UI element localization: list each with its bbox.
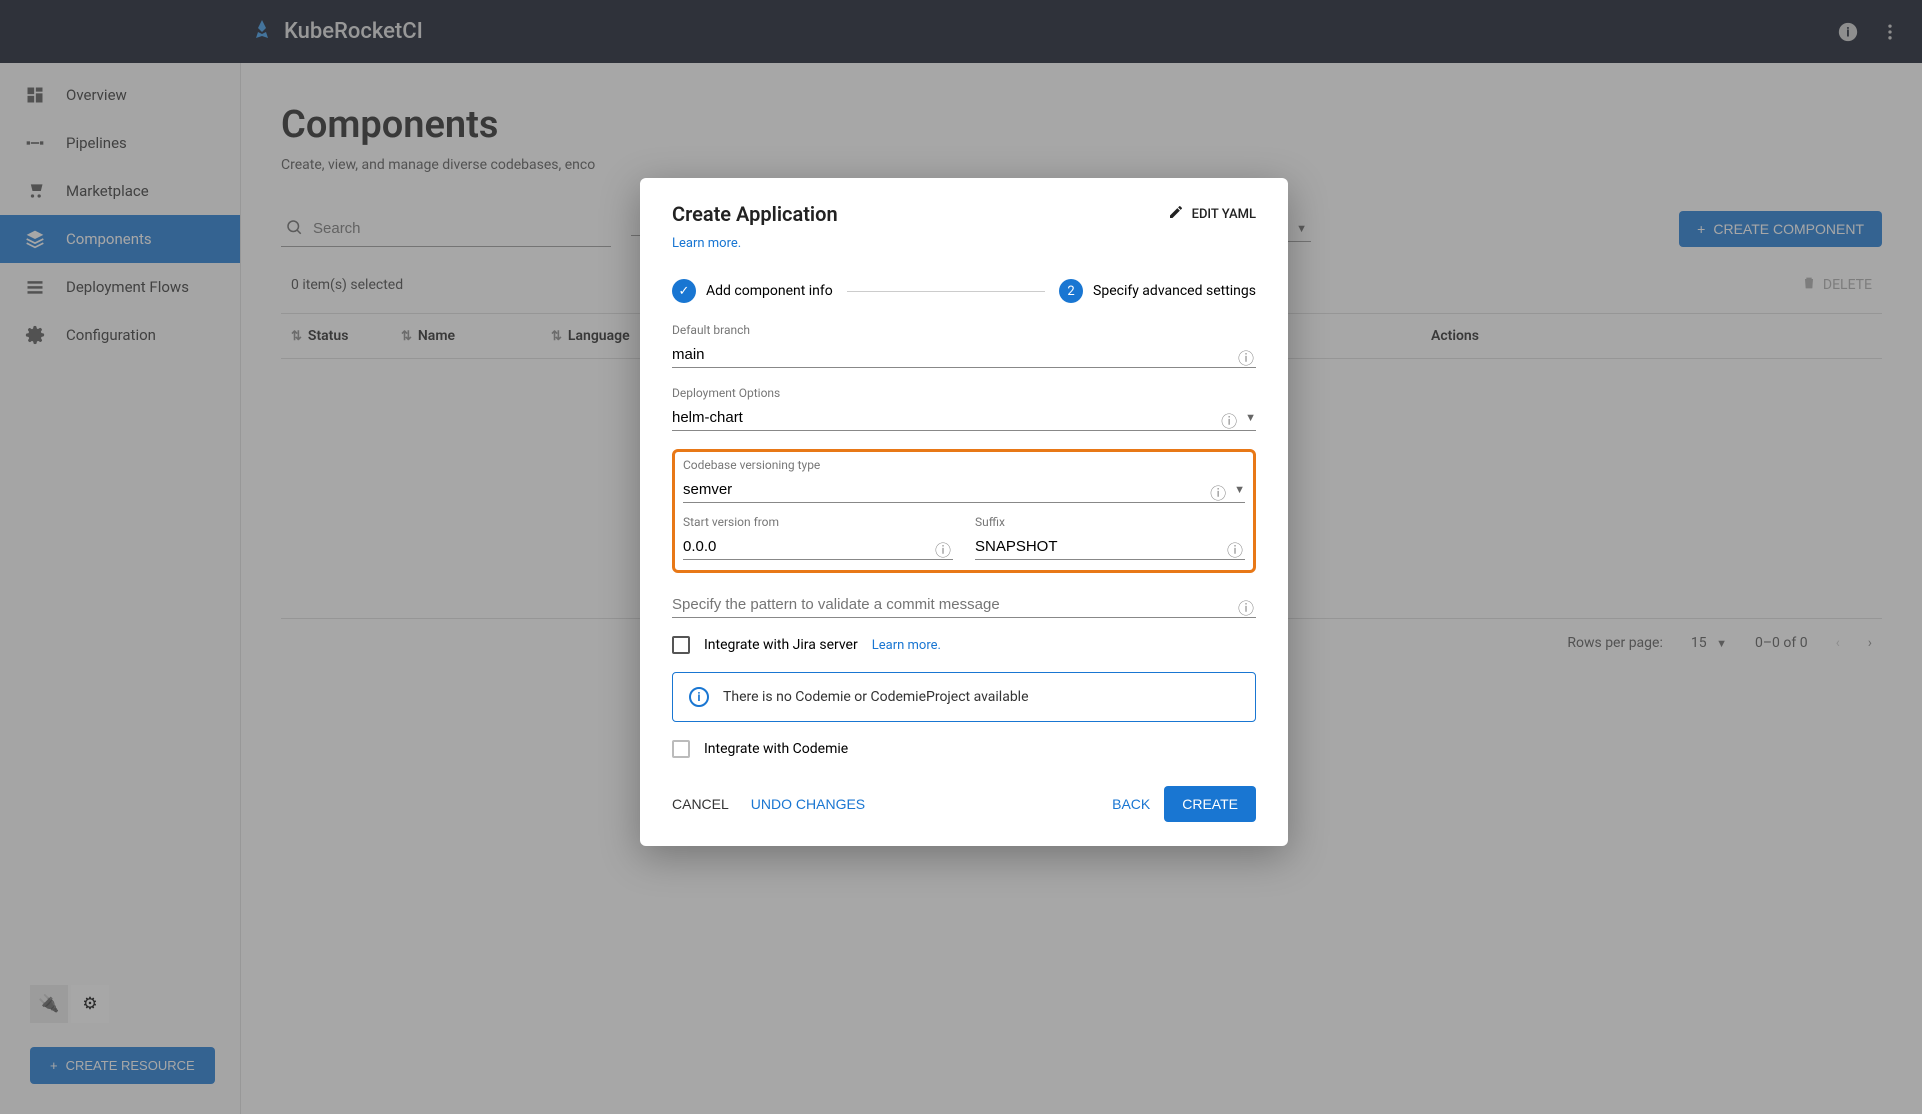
field-label: Codebase versioning type — [683, 458, 1245, 472]
start-version-field: Start version from ⓘ — [683, 515, 953, 560]
jira-learn-more-link[interactable]: Learn more. — [872, 638, 941, 653]
step-number: 2 — [1059, 279, 1083, 303]
back-button[interactable]: BACK — [1112, 788, 1150, 820]
commit-pattern-field: ⓘ — [672, 591, 1256, 618]
jira-integration-row: Integrate with Jira server Learn more. — [672, 636, 1256, 654]
codemie-banner: i There is no Codemie or CodemieProject … — [672, 672, 1256, 722]
codemie-integration-row: Integrate with Codemie — [672, 740, 1256, 758]
step-2[interactable]: 2 Specify advanced settings — [1059, 279, 1256, 303]
default-branch-input[interactable] — [672, 346, 1238, 363]
deployment-options-select[interactable] — [672, 409, 1221, 426]
info-icon: i — [689, 687, 709, 707]
start-version-input[interactable] — [683, 538, 935, 555]
undo-changes-button[interactable]: UNDO CHANGES — [751, 788, 865, 820]
chevron-down-icon: ▼ — [1234, 483, 1245, 496]
check-icon: ✓ — [672, 279, 696, 303]
codemie-checkbox[interactable] — [672, 740, 690, 758]
jira-checkbox[interactable] — [672, 636, 690, 654]
info-icon[interactable]: ⓘ — [935, 537, 953, 555]
step-connector — [847, 291, 1045, 292]
info-icon[interactable]: ⓘ — [1210, 480, 1228, 498]
field-label: Start version from — [683, 515, 953, 529]
commit-pattern-input[interactable] — [672, 596, 1238, 613]
create-application-dialog: Create Application EDIT YAML Learn more.… — [640, 178, 1288, 846]
info-icon[interactable]: ⓘ — [1227, 537, 1245, 555]
versioning-type-select[interactable] — [683, 481, 1210, 498]
deployment-options-field: Deployment Options ⓘ ▼ — [672, 386, 1256, 431]
cancel-button[interactable]: CANCEL — [672, 788, 729, 820]
suffix-field: Suffix ⓘ — [975, 515, 1245, 560]
jira-label: Integrate with Jira server — [704, 637, 858, 653]
codemie-label: Integrate with Codemie — [704, 741, 848, 757]
info-icon[interactable]: ⓘ — [1238, 345, 1256, 363]
info-icon[interactable]: ⓘ — [1238, 595, 1256, 613]
field-label: Suffix — [975, 515, 1245, 529]
edit-yaml-button[interactable]: EDIT YAML — [1168, 204, 1256, 224]
banner-text: There is no Codemie or CodemieProject av… — [723, 689, 1029, 705]
versioning-highlight-box: Codebase versioning type ⓘ ▼ Start versi… — [672, 449, 1256, 573]
field-label: Deployment Options — [672, 386, 1256, 400]
dialog-footer: CANCEL UNDO CHANGES BACK CREATE — [672, 786, 1256, 822]
field-label: Default branch — [672, 323, 1256, 337]
step-1[interactable]: ✓ Add component info — [672, 279, 833, 303]
suffix-input[interactable] — [975, 538, 1227, 555]
chevron-down-icon: ▼ — [1245, 411, 1256, 424]
dialog-title: Create Application — [672, 202, 838, 226]
info-icon[interactable]: ⓘ — [1221, 408, 1239, 426]
create-button[interactable]: CREATE — [1164, 786, 1256, 822]
learn-more-link[interactable]: Learn more. — [672, 236, 741, 251]
versioning-type-field: Codebase versioning type ⓘ ▼ — [683, 458, 1245, 503]
default-branch-field: Default branch ⓘ — [672, 323, 1256, 368]
pencil-icon — [1168, 204, 1184, 224]
stepper: ✓ Add component info 2 Specify advanced … — [672, 279, 1256, 303]
